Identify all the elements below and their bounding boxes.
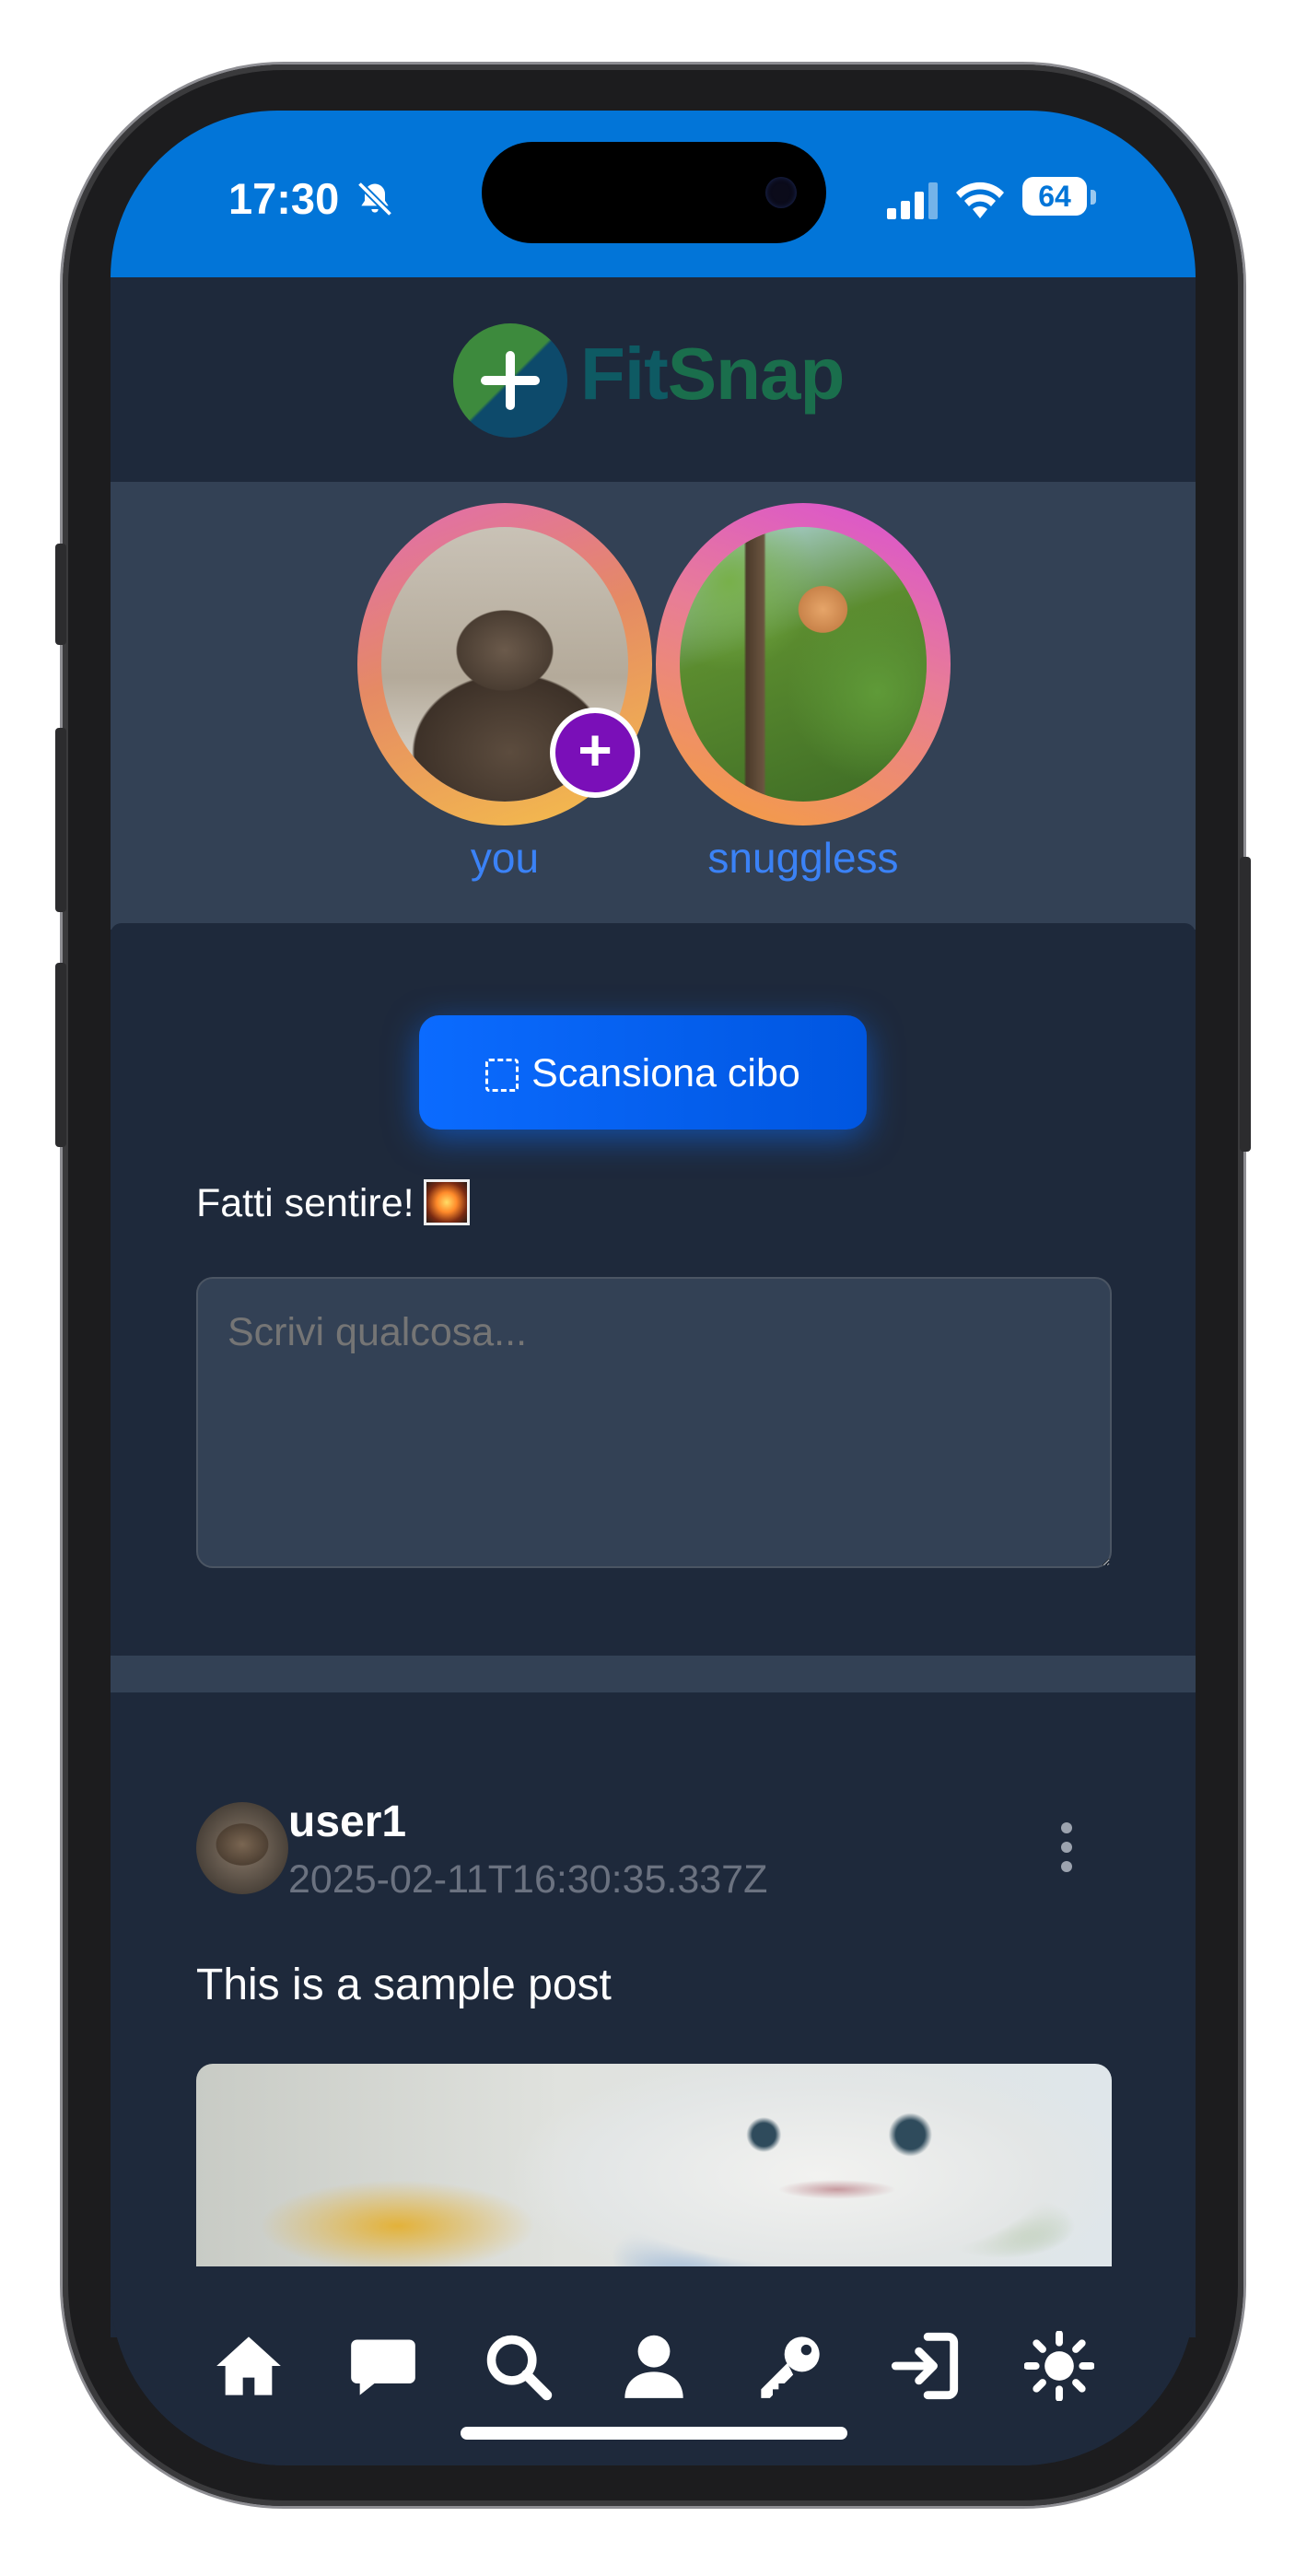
post-timestamp: 2025-02-11T16:30:35.337Z — [288, 1857, 768, 1902]
fitsnap-logo-icon[interactable] — [453, 323, 567, 438]
add-story-button[interactable]: + — [550, 708, 640, 798]
logo-text-snap: Snap — [667, 333, 846, 415]
action-button — [55, 544, 66, 645]
composer-prompt-text: Fatti sentire! — [196, 1181, 414, 1225]
section-divider — [111, 1656, 1196, 1692]
volume-up-button — [55, 728, 66, 912]
home-icon[interactable] — [214, 2331, 284, 2401]
sun-icon[interactable] — [1023, 2330, 1095, 2402]
post-options-icon[interactable] — [1057, 1822, 1076, 1878]
fireworks-icon — [423, 1179, 470, 1225]
login-icon[interactable] — [890, 2331, 960, 2401]
story-avatar-snuggless — [680, 527, 927, 802]
camera-icon — [765, 177, 797, 208]
logo-text-fit: Fit — [580, 333, 669, 415]
scan-icon — [485, 1059, 519, 1092]
user-icon[interactable] — [619, 2331, 689, 2401]
scan-food-label: Scansiona cibo — [531, 1051, 800, 1095]
story-snuggless[interactable] — [656, 503, 951, 825]
story-label-you[interactable]: you — [357, 833, 652, 883]
cellular-signal-icon — [887, 182, 938, 219]
search-icon[interactable] — [483, 2331, 553, 2401]
battery-icon: 64 — [1022, 177, 1087, 216]
dynamic-island — [482, 142, 826, 243]
wifi-icon — [956, 181, 1004, 218]
battery-level: 64 — [1038, 180, 1071, 213]
power-button — [1240, 857, 1251, 1152]
post-username[interactable]: user1 — [288, 1797, 406, 1847]
key-icon[interactable] — [755, 2331, 825, 2401]
bell-slash-icon — [356, 181, 393, 217]
post-author-avatar[interactable] — [196, 1802, 288, 1894]
post-image[interactable] — [196, 2064, 1112, 2266]
home-indicator[interactable] — [461, 2427, 847, 2440]
status-time: 17:30 — [228, 174, 340, 223]
fitsnap-logo-text[interactable]: FitSnap — [580, 332, 846, 416]
story-label-snuggless[interactable]: snuggless — [656, 833, 951, 883]
post-text: This is a sample post — [196, 1961, 612, 2009]
stories-bar — [111, 482, 1196, 930]
scan-food-button[interactable]: Scansiona cibo — [419, 1015, 867, 1130]
battery-tip — [1091, 190, 1096, 205]
composer-prompt: Fatti sentire! — [196, 1179, 470, 1226]
chat-icon[interactable] — [348, 2331, 418, 2401]
post-text-input[interactable] — [196, 1277, 1112, 1568]
volume-down-button — [55, 963, 66, 1147]
